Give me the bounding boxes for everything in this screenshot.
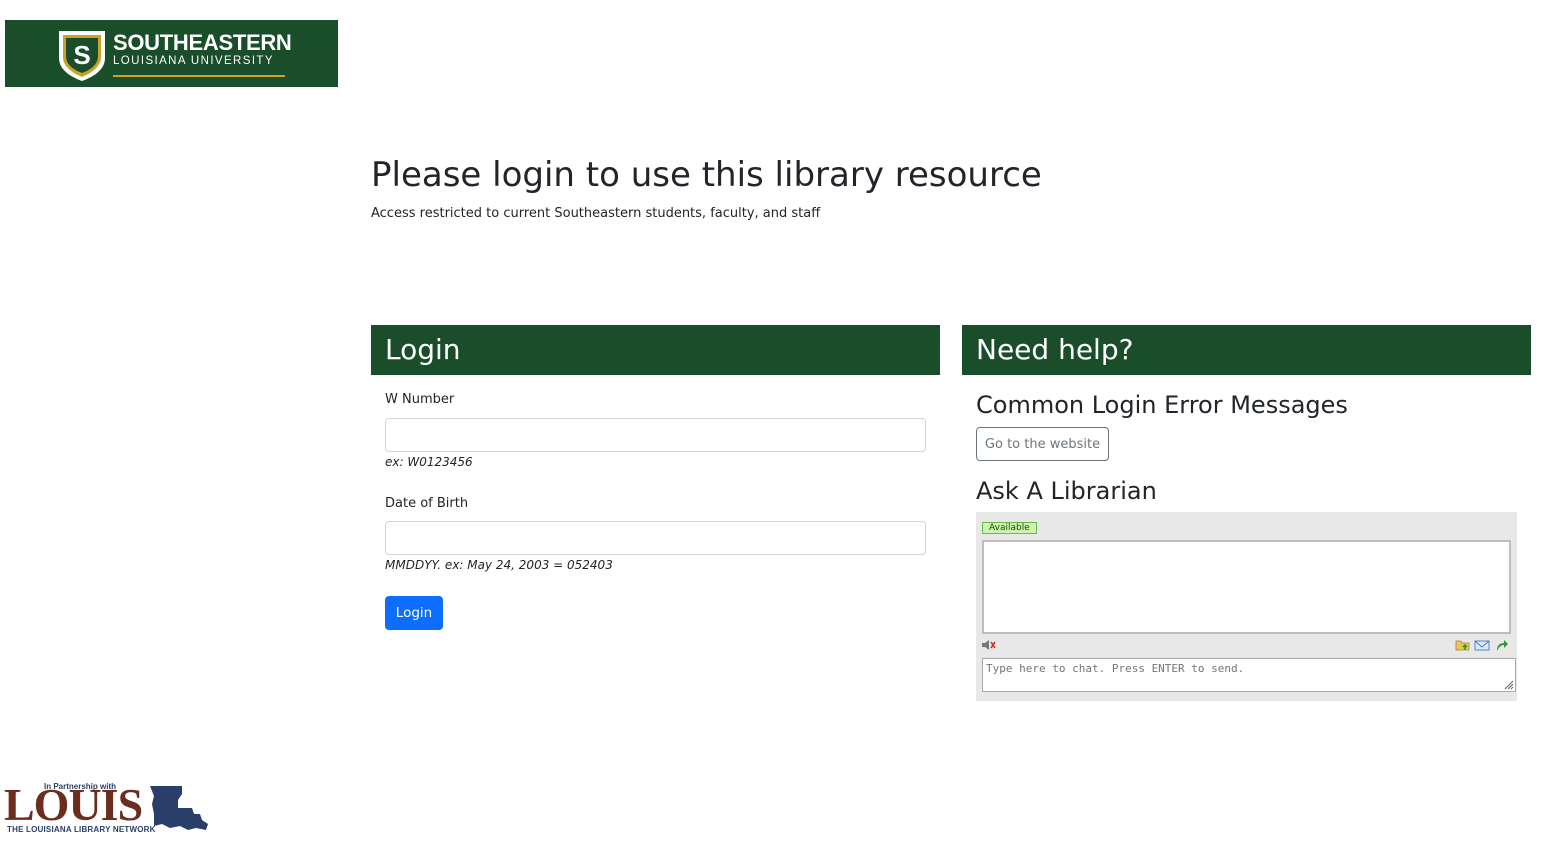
dob-hint: MMDDYY. ex: May 24, 2003 = 052403 [385, 558, 613, 572]
errors-heading: Common Login Error Messages [976, 391, 1348, 419]
chat-widget: Available [976, 512, 1517, 701]
shield-letter: S [73, 40, 90, 70]
resize-grip-icon[interactable] [1502, 678, 1514, 690]
dob-input[interactable] [385, 521, 926, 555]
ask-librarian-heading: Ask A Librarian [976, 477, 1157, 505]
chat-log [982, 540, 1511, 634]
brand-name: SOUTHEASTERN [113, 30, 292, 55]
chat-toolbar [1455, 638, 1509, 652]
chat-message-input[interactable] [982, 658, 1516, 692]
page-title: Please login to use this library resourc… [371, 155, 1042, 195]
login-button[interactable]: Login [385, 596, 443, 630]
louis-logo: In Partnership with LOUIS THE LOUISIANA … [4, 782, 210, 836]
shield-icon: S [59, 31, 105, 81]
help-header: Need help? [962, 325, 1531, 375]
louisiana-state-icon [150, 786, 208, 830]
login-header: Login [371, 325, 940, 375]
w-number-hint: ex: W0123456 [385, 455, 473, 469]
louis-wordmark: LOUIS [4, 779, 143, 830]
louis-network-text: THE LOUISIANA LIBRARY NETWORK [7, 825, 156, 834]
university-logo: S SOUTHEASTERN LOUISIANA UNIVERSITY [5, 20, 338, 87]
folder-upload-icon[interactable] [1455, 638, 1471, 652]
pop-out-icon[interactable] [1493, 638, 1509, 652]
chat-status-badge: Available [982, 522, 1037, 534]
w-number-input[interactable] [385, 418, 926, 452]
page-subtitle: Access restricted to current Southeaster… [371, 206, 821, 221]
brand-subname: LOUISIANA UNIVERSITY [113, 55, 274, 67]
go-to-website-button[interactable]: Go to the website [976, 427, 1109, 461]
w-number-label: W Number [385, 392, 455, 407]
speaker-icon[interactable] [981, 639, 997, 651]
brand-rule [113, 75, 285, 77]
email-icon[interactable] [1474, 638, 1490, 652]
dob-label: Date of Birth [385, 496, 469, 511]
